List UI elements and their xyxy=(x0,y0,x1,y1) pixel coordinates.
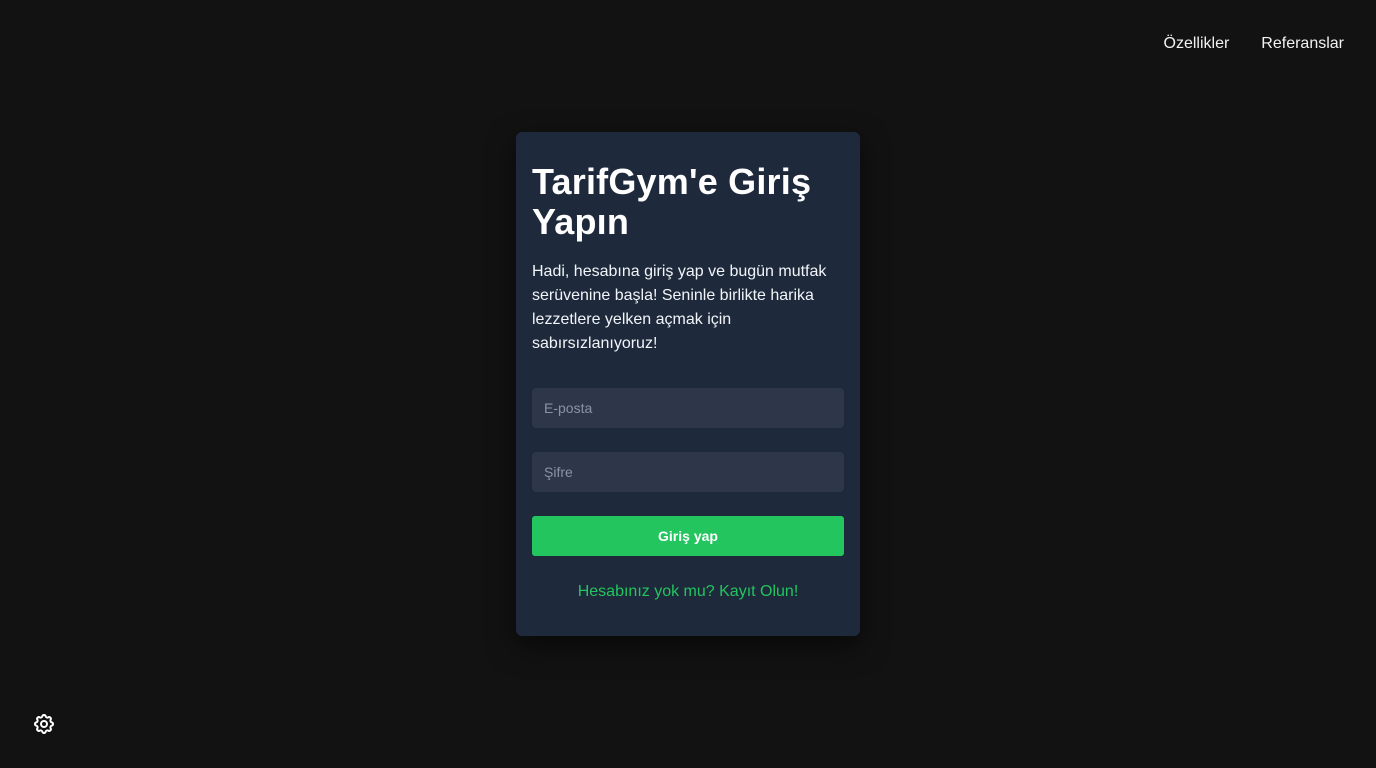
settings-button[interactable] xyxy=(32,712,56,736)
gear-icon xyxy=(32,712,56,736)
login-card: TarifGym'e Giriş Yapın Hadi, hesabına gi… xyxy=(516,132,860,636)
login-page: Özellikler Referanslar TarifGym'e Giriş … xyxy=(0,0,1376,768)
page-title: TarifGym'e Giriş Yapın xyxy=(532,161,812,242)
email-field[interactable] xyxy=(532,388,844,428)
register-link[interactable]: Hesabınız yok mu? Kayıt Olun! xyxy=(532,582,844,602)
login-description: Hadi, hesabına giriş yap ve bugün mutfak… xyxy=(532,263,827,352)
top-nav: Özellikler Referanslar xyxy=(1164,33,1345,55)
login-button[interactable]: Giriş yap xyxy=(532,516,844,556)
nav-link-testimonials[interactable]: Referanslar xyxy=(1261,33,1344,55)
password-field[interactable] xyxy=(532,452,844,492)
nav-link-features[interactable]: Özellikler xyxy=(1164,33,1230,55)
